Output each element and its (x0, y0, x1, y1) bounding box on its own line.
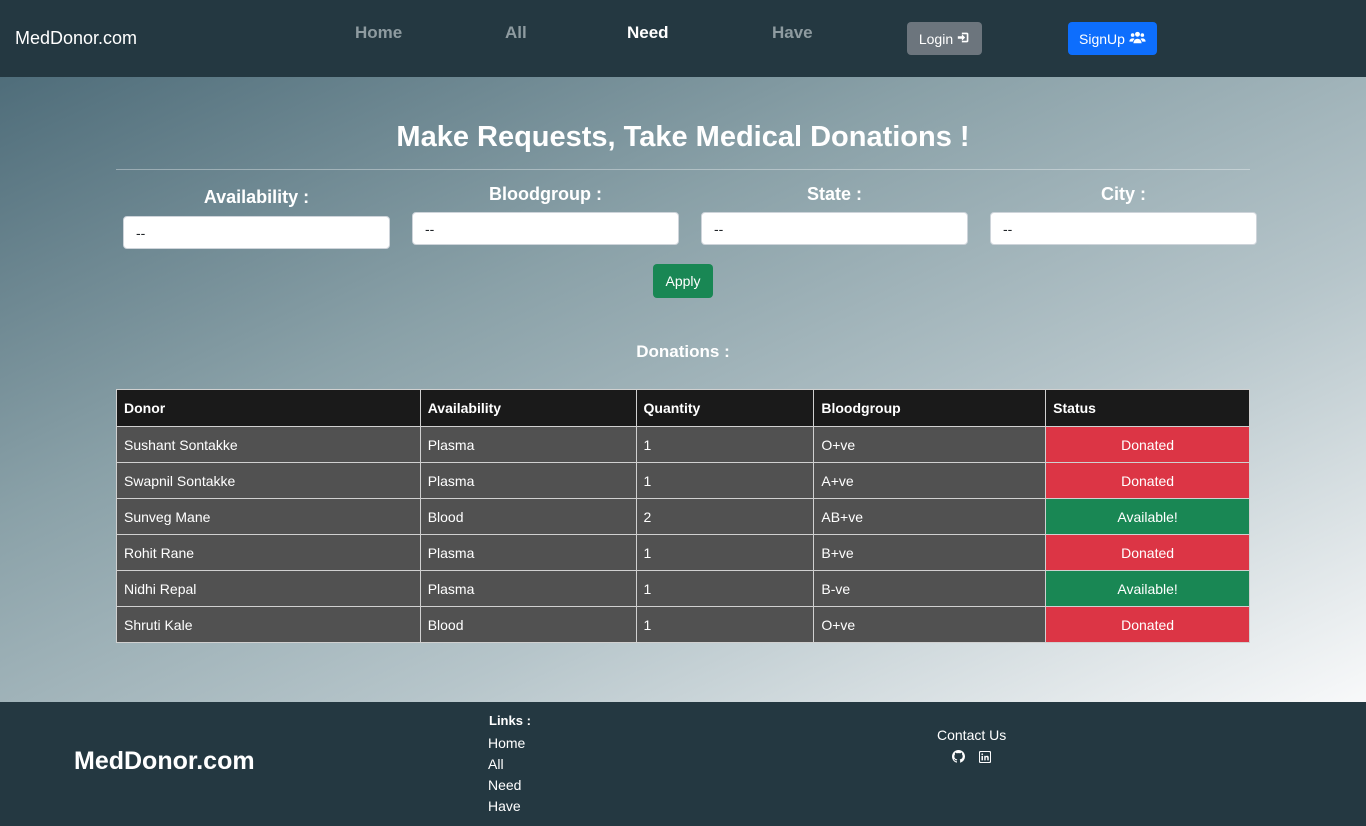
donor-cell: Sunveg Mane (116, 498, 421, 535)
donations-heading: Donations : (636, 342, 730, 361)
footer: MedDonor.com Links : Home All Need Have … (0, 702, 1366, 826)
availability-cell: Blood (419, 498, 637, 535)
quantity-cell: 1 (635, 462, 815, 499)
quantity-cell: 1 (635, 426, 815, 463)
quantity-cell: 2 (635, 498, 815, 535)
divider (116, 169, 1250, 170)
donor-cell: Swapnil Sontakke (116, 462, 421, 499)
nav-link-need[interactable]: Need (627, 23, 669, 43)
availability-cell: Blood (419, 606, 637, 643)
footer-link-need[interactable]: Need (488, 777, 521, 793)
footer-link-have[interactable]: Have (488, 798, 521, 814)
table-row: Shruti Kale Blood 1 O+ve Donated (116, 606, 1250, 643)
table-row: Nidhi Repal Plasma 1 B-ve Available! (116, 570, 1250, 607)
apply-button[interactable]: Apply (653, 264, 713, 298)
table-header-row: Donor Availability Quantity Bloodgroup S… (116, 389, 1250, 427)
footer-links-title: Links : (489, 713, 531, 728)
footer-link-all[interactable]: All (488, 756, 504, 772)
status-badge[interactable]: Donated (1045, 606, 1250, 643)
github-icon[interactable] (952, 750, 965, 763)
bloodgroup-select[interactable]: -- (412, 212, 679, 245)
status-badge[interactable]: Donated (1045, 462, 1250, 499)
signup-button-label: SignUp (1079, 30, 1125, 47)
table-row: Sunveg Mane Blood 2 AB+ve Available! (116, 498, 1250, 535)
contact-title: Contact Us (937, 727, 1007, 743)
users-icon (1129, 31, 1146, 47)
table-row: Sushant Sontakke Plasma 1 O+ve Donated (116, 426, 1250, 463)
nav-link-home[interactable]: Home (355, 23, 402, 43)
nav-link-all[interactable]: All (505, 23, 527, 43)
bloodgroup-cell: A+ve (813, 462, 1047, 499)
bloodgroup-cell: B-ve (813, 570, 1047, 607)
status-badge[interactable]: Donated (1045, 426, 1250, 463)
city-select[interactable]: -- (990, 212, 1257, 245)
table-row: Swapnil Sontakke Plasma 1 A+ve Donated (116, 462, 1250, 499)
availability-select[interactable]: -- (123, 216, 390, 249)
column-header-availability: Availability (419, 389, 637, 427)
column-header-status: Status (1045, 389, 1250, 427)
quantity-cell: 1 (635, 570, 815, 607)
bloodgroup-cell: B+ve (813, 534, 1047, 571)
footer-brand: MedDonor.com (74, 747, 255, 775)
donor-cell: Nidhi Repal (116, 570, 421, 607)
quantity-cell: 1 (635, 606, 815, 643)
donor-cell: Shruti Kale (116, 606, 421, 643)
signup-button[interactable]: SignUp (1068, 22, 1157, 55)
status-badge[interactable]: Donated (1045, 534, 1250, 571)
bloodgroup-cell: AB+ve (813, 498, 1047, 535)
bloodgroup-cell: O+ve (813, 426, 1047, 463)
filter-label-state: State : (806, 184, 862, 204)
donor-cell: Rohit Rane (116, 534, 421, 571)
login-button-label: Login (918, 30, 954, 47)
donations-table: Donor Availability Quantity Bloodgroup S… (116, 389, 1250, 643)
availability-cell: Plasma (419, 534, 637, 571)
navbar-brand[interactable]: MedDonor.com (15, 28, 137, 49)
state-select[interactable]: -- (701, 212, 968, 245)
main-content: Make Requests, Take Medical Donations ! … (0, 77, 1366, 702)
status-badge[interactable]: Available! (1045, 570, 1250, 607)
table-row: Rohit Rane Plasma 1 B+ve Donated (116, 534, 1250, 571)
linkedin-icon[interactable] (978, 750, 992, 764)
filter-label-city: City : (1101, 184, 1146, 204)
page-title: Make Requests, Take Medical Donations ! (396, 121, 970, 153)
footer-link-home[interactable]: Home (488, 735, 525, 751)
bloodgroup-cell: O+ve (813, 606, 1047, 643)
column-header-bloodgroup: Bloodgroup (813, 389, 1047, 427)
login-button[interactable]: Login (907, 22, 982, 55)
nav-link-have[interactable]: Have (772, 23, 813, 43)
donor-cell: Sushant Sontakke (116, 426, 421, 463)
filter-label-availability: Availability : (203, 187, 310, 207)
column-header-quantity: Quantity (635, 389, 815, 427)
availability-cell: Plasma (419, 570, 637, 607)
sign-in-icon (957, 31, 970, 47)
availability-cell: Plasma (419, 426, 637, 463)
filter-label-bloodgroup: Bloodgroup : (489, 184, 602, 204)
navbar: MedDonor.com Home All Need Have Login Si… (0, 0, 1366, 77)
status-badge[interactable]: Available! (1045, 498, 1250, 535)
quantity-cell: 1 (635, 534, 815, 571)
availability-cell: Plasma (419, 462, 637, 499)
column-header-donor: Donor (116, 389, 421, 427)
